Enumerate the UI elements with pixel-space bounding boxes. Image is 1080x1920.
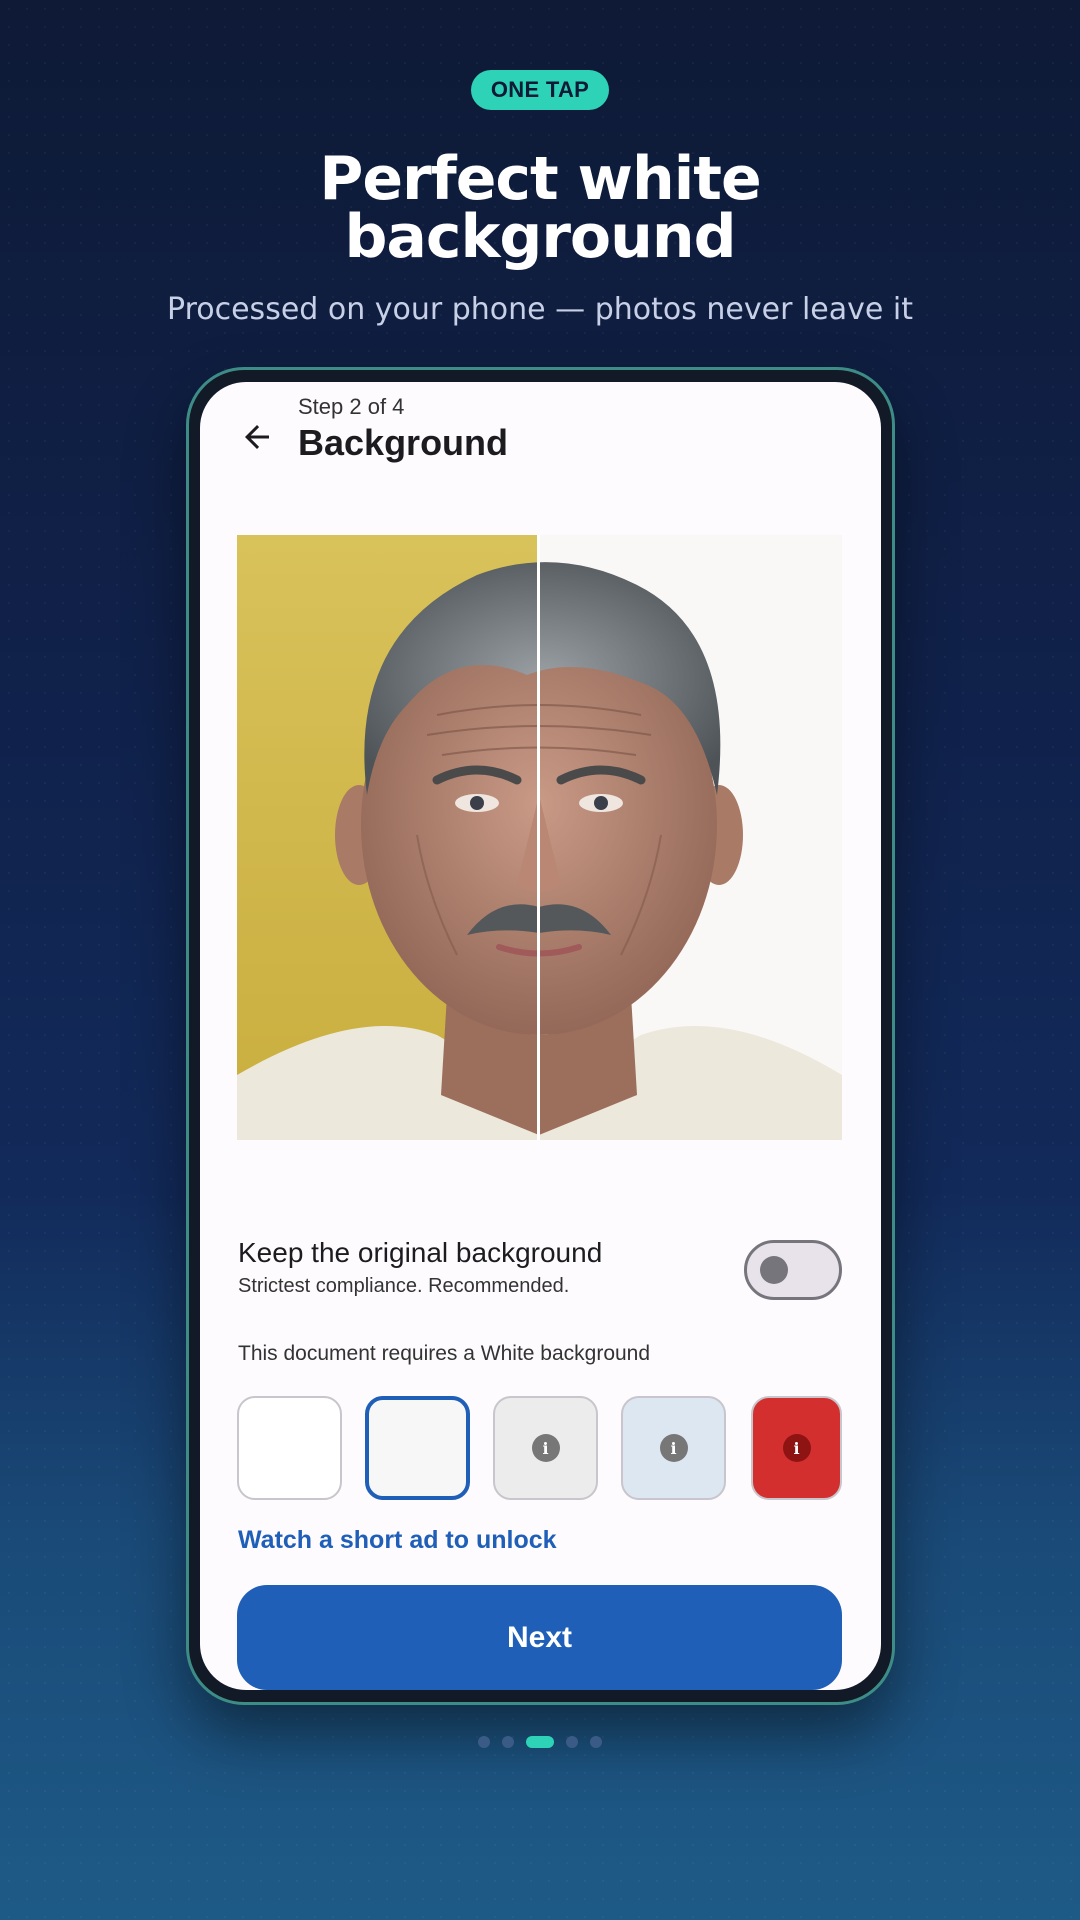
keep-original-title: Keep the original background [238, 1237, 603, 1268]
step-label: Step 2 of 4 [298, 394, 405, 419]
headline-line-1: Perfect white [319, 144, 761, 214]
requirement-text: This document requires a White backgroun… [238, 1342, 651, 1365]
info-icon: i [531, 1434, 560, 1462]
back-button[interactable] [230, 410, 284, 464]
info-icon: i [659, 1434, 688, 1462]
swatch-white[interactable] [237, 1396, 342, 1500]
swatch-off-white[interactable] [365, 1396, 470, 1500]
toggle-knob [760, 1256, 788, 1284]
next-button[interactable]: Next [237, 1585, 842, 1690]
phone-screen: Step 2 of 4 Background Keep the original… [200, 382, 881, 1690]
headline: Perfect white background [0, 144, 1080, 272]
screen-title: Background [298, 422, 509, 463]
arrow-left-icon [245, 425, 269, 449]
keep-original-toggle[interactable] [744, 1240, 842, 1300]
keep-original-subtitle: Strictest compliance. Recommended. [238, 1275, 570, 1297]
swatch-light-gray[interactable]: i [493, 1396, 598, 1500]
pager-dot[interactable] [478, 1736, 490, 1748]
swatch-light-blue[interactable]: i [621, 1396, 726, 1500]
swatch-red[interactable]: i [751, 1396, 842, 1500]
subline: Processed on your phone — photos never l… [167, 292, 913, 327]
pager-dot-active[interactable] [526, 1736, 554, 1748]
pager-dot[interactable] [590, 1736, 602, 1748]
headline-line-2: background [344, 202, 736, 272]
pager-dot[interactable] [502, 1736, 514, 1748]
pager-dot[interactable] [566, 1736, 578, 1748]
page-indicator [0, 1736, 1080, 1748]
info-icon: i [782, 1434, 811, 1462]
one-tap-badge: ONE TAP [471, 70, 609, 110]
watch-ad-link[interactable]: Watch a short ad to unlock [238, 1526, 557, 1555]
portrait-image [237, 535, 842, 1140]
before-after-preview[interactable] [237, 535, 842, 1140]
